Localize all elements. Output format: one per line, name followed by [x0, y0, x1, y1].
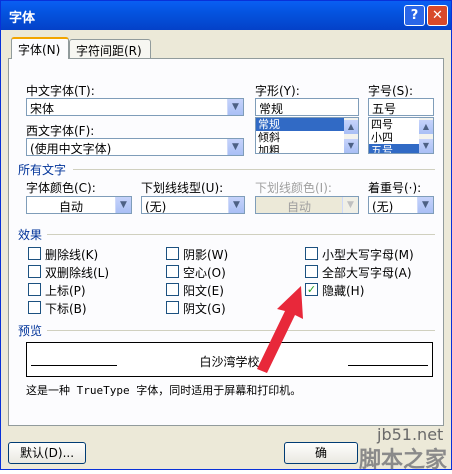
double-strikethrough-checkbox[interactable] — [28, 265, 41, 278]
all-text-section-label: 所有文字 — [18, 163, 67, 177]
default-button[interactable]: 默认(D)... — [8, 442, 86, 464]
emphasis-mark-value: (无) — [372, 200, 394, 214]
watermark-name: 脚本之家 — [359, 448, 448, 473]
list-item[interactable]: 倾斜 — [256, 131, 358, 144]
all-caps-label[interactable]: 全部大写字母(A) — [322, 264, 412, 281]
strikethrough-label[interactable]: 删除线(K) — [45, 246, 98, 263]
double-strikethrough-label[interactable]: 双删除线(L) — [45, 264, 109, 281]
font-color-combo[interactable]: 自动 ▼ — [26, 196, 132, 214]
baseline-right — [348, 365, 428, 366]
superscript-checkbox[interactable] — [28, 283, 41, 296]
all-caps-checkbox[interactable] — [305, 265, 318, 278]
title-bar[interactable]: 字体 ? ✕ — [1, 1, 451, 30]
hidden-label[interactable]: 隐藏(H) — [322, 282, 364, 299]
hidden-checkbox[interactable]: ✓ — [305, 283, 318, 296]
subscript-checkbox[interactable] — [28, 301, 41, 314]
preview-box: 白沙湾学校 — [26, 342, 433, 377]
chinese-font-combo[interactable]: 宋体 ▼ — [26, 98, 244, 116]
strikethrough-checkbox[interactable] — [28, 247, 41, 260]
emboss-checkbox[interactable] — [166, 283, 179, 296]
engrave-checkbox[interactable] — [166, 301, 179, 314]
chevron-down-icon[interactable]: ▼ — [417, 197, 433, 213]
scrollbar[interactable]: ▲ ▼ — [419, 118, 433, 153]
underline-style-value: (无) — [145, 200, 167, 214]
preview-sample-text: 白沙湾学校 — [199, 355, 260, 369]
underline-color-label: 下划线颜色(I): — [255, 181, 332, 195]
divider — [47, 330, 435, 331]
list-item[interactable]: 加粗 — [256, 144, 358, 153]
chevron-down-icon[interactable]: ▼ — [228, 197, 244, 213]
emphasis-mark-label: 着重号(·): — [368, 181, 422, 195]
western-font-combo[interactable]: (使用中文字体) ▼ — [26, 138, 244, 156]
help-button[interactable]: ? — [404, 5, 425, 26]
chevron-down-icon[interactable]: ▼ — [115, 197, 131, 213]
divider — [73, 169, 435, 170]
underline-style-label: 下划线线型(U): — [141, 181, 224, 195]
scrollbar[interactable]: ▲ ▼ — [344, 118, 358, 153]
font-style-list[interactable]: 常规 倾斜 加粗 ▲ ▼ — [255, 117, 359, 154]
emboss-label[interactable]: 阳文(E) — [183, 282, 224, 299]
chinese-font-label: 中文字体(T): — [26, 84, 95, 98]
preview-section-label: 预览 — [18, 324, 43, 338]
chinese-font-value: 宋体 — [30, 102, 55, 116]
chevron-down-icon[interactable]: ▼ — [419, 139, 433, 153]
font-size-list[interactable]: 四号 小四 五号 ▲ ▼ — [368, 117, 434, 154]
close-button[interactable]: ✕ — [427, 5, 448, 26]
outline-label[interactable]: 空心(O) — [183, 264, 226, 281]
effects-section-label: 效果 — [18, 228, 43, 242]
shadow-label[interactable]: 阴影(W) — [183, 246, 228, 263]
font-color-label: 字体颜色(C): — [26, 181, 96, 195]
chevron-down-icon[interactable]: ▼ — [344, 139, 358, 153]
western-font-label: 西文字体(F): — [26, 124, 95, 138]
outline-checkbox[interactable] — [166, 265, 179, 278]
ok-button[interactable]: 确 — [284, 442, 358, 464]
checkmark-icon: ✓ — [306, 283, 317, 296]
font-size-label: 字号(S): — [368, 84, 414, 98]
underline-color-value: 自动 — [286, 200, 311, 214]
font-style-value: 常规 — [259, 102, 284, 116]
font-size-input[interactable]: 五号 — [368, 98, 434, 116]
tab-character-spacing[interactable]: 字符间距(R) — [69, 39, 151, 59]
window-title: 字体 — [9, 11, 36, 26]
superscript-label[interactable]: 上标(P) — [45, 282, 86, 299]
small-caps-label[interactable]: 小型大写字母(M) — [322, 246, 414, 263]
underline-style-combo[interactable]: (无) ▼ — [141, 196, 245, 214]
emphasis-mark-combo[interactable]: (无) ▼ — [368, 196, 434, 214]
shadow-checkbox[interactable] — [166, 247, 179, 260]
font-type-note: 这是一种 TrueType 字体，同时适用于屏幕和打印机。 — [26, 384, 302, 397]
font-color-value: 自动 — [58, 200, 83, 214]
small-caps-checkbox[interactable] — [305, 247, 318, 260]
chevron-down-icon[interactable]: ▼ — [227, 99, 243, 115]
list-item[interactable]: 常规 — [256, 118, 358, 131]
engrave-label[interactable]: 阴文(G) — [183, 300, 226, 317]
chevron-down-icon[interactable]: ▼ — [227, 139, 243, 155]
font-dialog: 字体 ? ✕ 字体(N) 字符间距(R) 中文字体(T): 宋体 ▼ 西文字体(… — [0, 0, 452, 473]
font-style-input[interactable]: 常规 — [255, 98, 359, 116]
font-size-value: 五号 — [372, 102, 397, 116]
divider — [47, 234, 435, 235]
western-font-value: (使用中文字体) — [30, 142, 112, 156]
chevron-up-icon[interactable]: ▲ — [419, 120, 433, 134]
underline-color-combo: 自动 ▼ — [255, 196, 359, 214]
font-style-label: 字形(Y): — [255, 84, 300, 98]
subscript-label[interactable]: 下标(B) — [45, 300, 87, 317]
tab-font[interactable]: 字体(N) — [11, 37, 69, 59]
chevron-up-icon[interactable]: ▲ — [344, 120, 358, 134]
chevron-down-icon: ▼ — [342, 197, 358, 213]
